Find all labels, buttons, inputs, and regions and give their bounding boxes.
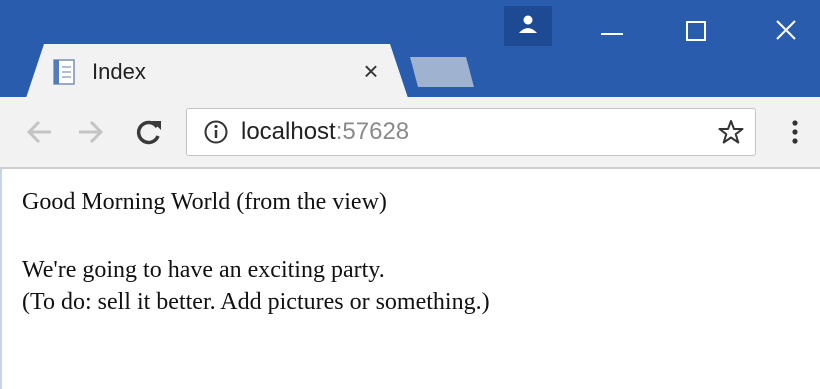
profile-button[interactable]	[504, 6, 552, 46]
info-icon[interactable]	[203, 119, 229, 145]
browser-window: Index × localhost:57628 Good Morning Wor…	[0, 0, 820, 389]
close-window-button[interactable]	[756, 8, 816, 52]
back-button[interactable]	[20, 113, 58, 151]
menu-button[interactable]	[780, 113, 810, 151]
page-content: Good Morning World (from the view) We're…	[0, 169, 820, 389]
maximize-icon	[686, 21, 706, 41]
minimize-button[interactable]	[582, 8, 642, 52]
kebab-menu-icon	[792, 120, 798, 144]
tab-close-button[interactable]: ×	[356, 56, 386, 86]
arrow-right-icon	[79, 120, 104, 144]
tab-title: Index	[92, 59, 146, 84]
todo-line: (To do: sell it better. Add pictures or …	[22, 289, 490, 315]
new-tab-button[interactable]	[410, 57, 474, 87]
arrow-left-icon	[26, 120, 51, 144]
reload-button[interactable]	[130, 113, 168, 151]
page-icon	[50, 58, 78, 86]
page-heading: Good Morning World (from the view)	[22, 189, 387, 215]
star-icon[interactable]	[717, 118, 745, 146]
url-text[interactable]: localhost:57628	[241, 118, 409, 146]
party-line: We're going to have an exciting party.	[22, 257, 385, 283]
forward-button[interactable]	[72, 113, 110, 151]
reload-icon	[136, 120, 161, 145]
maximize-button[interactable]	[666, 8, 726, 52]
close-icon	[776, 20, 796, 40]
tab-index[interactable]	[26, 44, 408, 98]
url-host: localhost	[241, 118, 336, 145]
toolbar: localhost:57628	[0, 97, 820, 169]
person-icon	[519, 15, 537, 33]
url-port: :57628	[335, 118, 410, 145]
address-bar[interactable]: localhost:57628	[186, 108, 756, 156]
minimize-icon	[601, 33, 623, 35]
